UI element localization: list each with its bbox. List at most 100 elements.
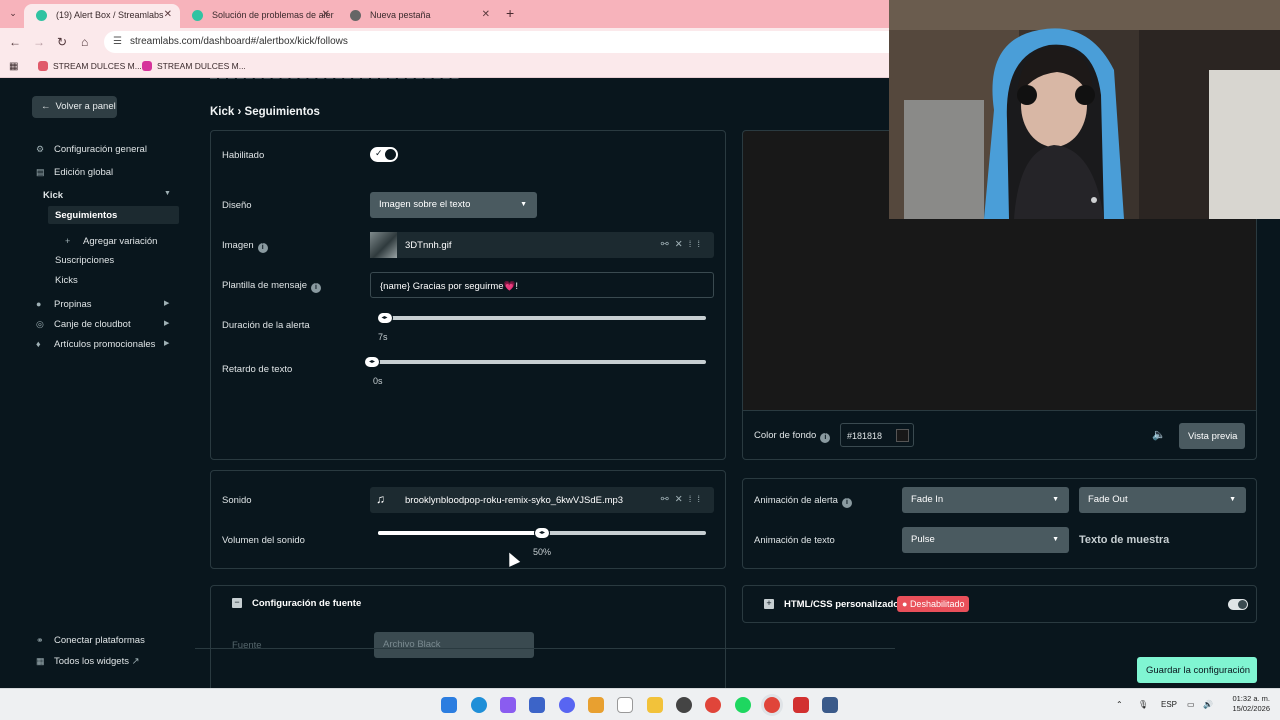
forward-arrow-icon[interactable]: → [33,35,45,49]
breadcrumb-parent[interactable]: Kick [210,106,234,118]
edge-icon[interactable] [471,697,487,713]
chevron-up-icon[interactable]: ⌃ [1116,700,1123,709]
music-note-icon: ♫ [376,492,385,506]
slider-knob[interactable]: ◂▸ [534,527,550,539]
preview-controls: Color de fondo i #181818 🔈 Vista previa [742,410,1257,460]
message-template-input[interactable]: {name} Gracias por seguirme💗! [370,272,714,298]
close-tab-icon[interactable]: ✕ [164,9,172,20]
home-icon[interactable]: ⌂ [81,35,88,49]
sidebar-item-global-edit[interactable]: ▤ Edición global [36,167,113,178]
info-icon[interactable]: i [257,243,268,253]
all-widgets-link[interactable]: ▦ Todos los widgets ↗ [36,656,140,667]
microphone-icon[interactable]: 🎙 [1138,700,1148,709]
close-tab-icon[interactable]: ✕ [322,9,330,20]
address-bar[interactable]: ☰ streamlabs.com/dashboard#/alertbox/kic… [104,31,904,53]
chrome-active-icon[interactable] [764,697,780,713]
close-icon[interactable]: ✕ [675,494,689,505]
grid-icon[interactable]: ⁞⁞ [689,239,706,250]
volume-icon[interactable]: 🔊 [1203,700,1213,709]
animation-panel: Animación de alerta i Fade In ▼ Fade Out ▼ … [742,478,1257,569]
fl-studio-icon[interactable] [588,697,604,713]
settings-icon[interactable] [822,697,838,713]
back-to-panel-button[interactable]: ← Volver a panel [32,96,117,118]
sidebar-item-tips[interactable]: ● Propinas ▶ [36,299,169,310]
app-icon[interactable] [529,697,545,713]
close-icon[interactable]: ✕ [675,239,689,250]
sidebar-item-kick[interactable]: Kick ▼ [43,190,171,201]
speaker-icon[interactable]: 🔈 [1152,428,1166,441]
tip-icon: ● [36,299,42,309]
background-color-input[interactable]: #181818 [840,423,914,447]
spotify-icon[interactable] [735,697,751,713]
slider-knob[interactable]: ◂▸ [376,312,393,324]
file-icon[interactable] [617,697,633,713]
slider-fill [378,531,542,535]
chrome-icon[interactable] [705,697,721,713]
link-icon[interactable]: ⚯ [661,239,675,250]
sound-file-picker[interactable]: ♫ brooklynbloodpop-roku-remix-syko_6kwVJ… [370,487,714,513]
info-icon[interactable]: i [311,283,322,293]
custom-code-title[interactable]: HTML/CSS personalizado [784,599,899,610]
caret-right-icon: ▶ [164,300,170,307]
sidebar-item-follows[interactable]: Seguimientos [55,210,117,221]
collapse-icon[interactable]: − [232,598,242,608]
sidebar-item-subscriptions[interactable]: Suscripciones [55,255,114,266]
tab-title: (19) Alert Box / Streamlabs [56,10,164,20]
copilot-icon[interactable] [500,697,516,713]
caret-down-icon: ▼ [520,201,527,208]
text-delay-slider[interactable]: ◂▸ [364,356,706,368]
save-settings-button[interactable]: Guardar la configuración [1137,657,1257,683]
grid-icon[interactable]: ⁞⁞ [689,494,706,505]
sidebar-item-cloudbot[interactable]: ◎ Canje de cloudbot ▶ [36,319,169,330]
alert-duration-slider[interactable]: ◂▸ [376,312,706,324]
message-template-label: Plantilla de mensaje i [222,280,322,293]
tab-alert-box[interactable]: (19) Alert Box / Streamlabs ✕ [24,4,180,28]
text-animation-select[interactable]: Pulse ▼ [902,527,1069,553]
sidebar-item-merch[interactable]: ♦ Artículos promocionales ▶ [36,339,169,350]
back-arrow-icon[interactable]: ← [9,35,21,49]
site-info-icon[interactable]: ☰ [113,36,122,47]
layout-select[interactable]: Imagen sobre el texto ▼ [370,192,537,218]
tab-troubleshooting[interactable]: Solución de problemas de aler ✕ [180,4,338,28]
sound-volume-slider[interactable]: ◂▸ [378,527,706,539]
close-tab-icon[interactable]: ✕ [482,9,490,20]
network-icon[interactable]: ▭ [1187,700,1195,709]
connect-platforms-link[interactable]: ⚭ Conectar plataformas [36,635,145,646]
color-swatch[interactable] [896,429,909,442]
enabled-toggle[interactable]: ✓ [370,147,398,162]
tab-new[interactable]: Nueva pestaña ✕ [338,4,498,28]
add-variation-button[interactable]: + Agregar variación [65,236,157,247]
reload-icon[interactable]: ↻ [57,35,67,49]
custom-code-toggle[interactable] [1228,599,1248,610]
link-icon[interactable]: ⚯ [661,494,675,505]
font-select[interactable]: Archivo Black [374,632,534,658]
font-section-title[interactable]: Configuración de fuente [252,598,361,609]
new-tab-icon[interactable]: + [506,5,514,21]
obs-icon[interactable] [676,697,692,713]
webcam-overlay [889,0,1280,219]
windows-start-icon[interactable] [441,697,457,713]
sidebar-item-kicks[interactable]: Kicks [55,275,78,286]
caret-right-icon: ▶ [164,340,170,347]
bookmark-item[interactable]: STREAM DULCES M... [142,61,246,71]
tab-search-icon[interactable]: ⌄ [5,5,21,21]
language-indicator[interactable]: ESP [1161,700,1177,709]
image-file-picker[interactable]: 3DTnnh.gif ⚯✕⁞⁞ [370,232,714,258]
sidebar-item-general-settings[interactable]: ⚙ Configuración general [36,144,147,155]
info-icon[interactable]: i [820,433,831,443]
alert-animation-in-select[interactable]: Fade In ▼ [902,487,1069,513]
alert-animation-out-select[interactable]: Fade Out ▼ [1079,487,1246,513]
preview-button[interactable]: Vista previa [1179,423,1245,449]
discord-icon[interactable] [559,697,575,713]
layout-label: Diseño [222,200,252,211]
expand-icon[interactable]: + [764,599,774,609]
app-red-icon[interactable] [793,697,809,713]
apps-grid-icon[interactable]: ▦ [9,61,18,72]
alert-duration-label: Duración de la alerta [222,320,310,331]
slider-knob[interactable]: ◂▸ [364,356,380,368]
system-clock[interactable]: 01:32 a. m. 15/02/2026 [1226,694,1270,714]
info-icon[interactable]: i [841,498,852,508]
folder-icon[interactable] [647,697,663,713]
scroll-fade-divider [195,648,895,649]
bookmark-item[interactable]: STREAM DULCES M... [38,61,142,71]
